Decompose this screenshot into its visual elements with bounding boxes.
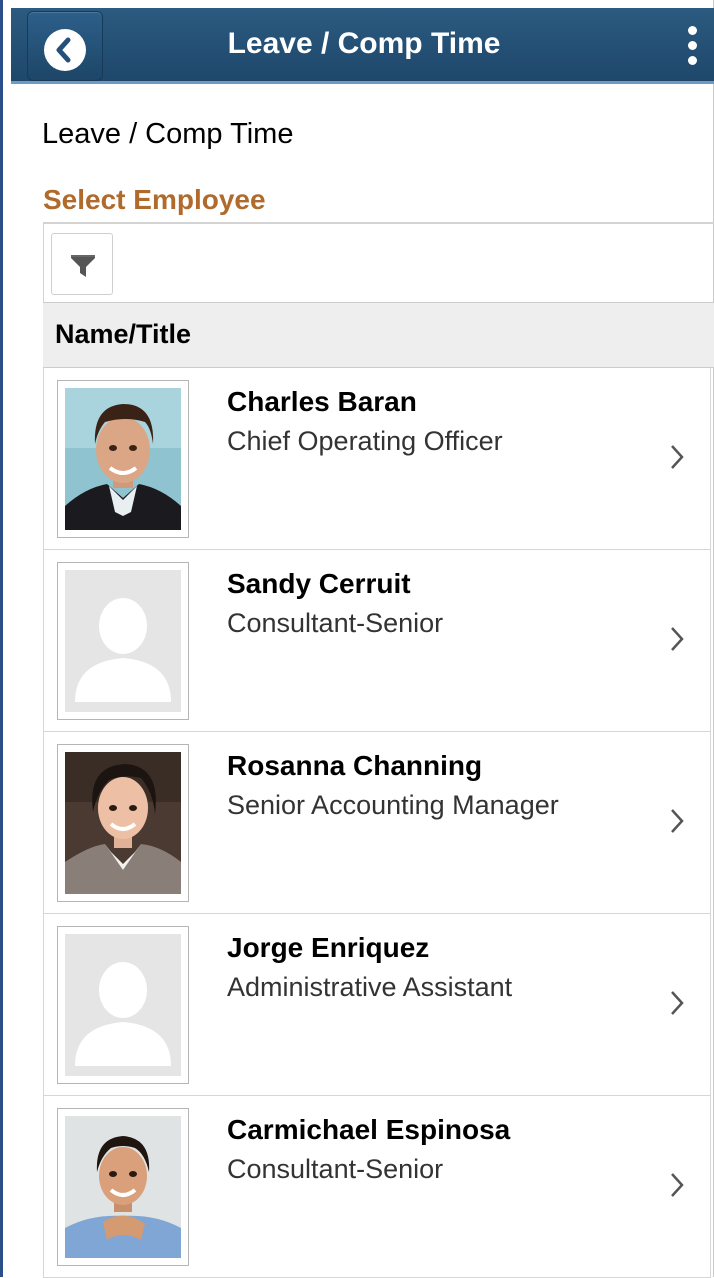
employee-row[interactable]: Jorge Enriquez Administrative Assistant bbox=[44, 914, 710, 1096]
employee-photo-frame bbox=[57, 380, 189, 538]
header-bar: Leave / Comp Time bbox=[11, 8, 714, 84]
employee-title: Consultant-Senior bbox=[227, 1154, 444, 1184]
employee-title: Senior Accounting Manager bbox=[227, 790, 559, 820]
chevron-right-icon bbox=[671, 991, 684, 1015]
employee-photo-frame bbox=[57, 744, 189, 902]
chevron-right-icon bbox=[671, 627, 684, 651]
employee-photo-frame bbox=[57, 926, 189, 1084]
employee-title: Administrative Assistant bbox=[227, 972, 513, 1002]
select-employee-label: Select Employee bbox=[43, 184, 266, 215]
chevron-right-icon bbox=[671, 1173, 684, 1197]
person-placeholder-icon bbox=[65, 934, 181, 1076]
employee-photo-frame bbox=[57, 562, 189, 720]
header-title: Leave / Comp Time bbox=[227, 27, 501, 60]
employee-row[interactable]: Carmichael Espinosa Consultant-Senior bbox=[44, 1096, 710, 1278]
vertical-ellipsis-icon bbox=[687, 26, 697, 35]
employee-name: Sandy Cerruit bbox=[227, 568, 411, 599]
employee-name: Jorge Enriquez bbox=[227, 932, 430, 963]
employee-photo bbox=[65, 388, 181, 530]
employee-title: Consultant-Senior bbox=[227, 608, 444, 638]
employee-name: Rosanna Channing bbox=[227, 750, 483, 781]
chevron-right-icon bbox=[671, 445, 684, 469]
grid-toolbar bbox=[43, 222, 714, 302]
employee-name: Carmichael Espinosa bbox=[227, 1114, 511, 1145]
column-header: Name/Title bbox=[43, 302, 714, 368]
app-frame: Leave / Comp Time Leave / Comp Time Sele… bbox=[0, 0, 714, 1278]
ellipsis-dot bbox=[687, 41, 697, 50]
page-title: Leave / Comp Time bbox=[42, 118, 294, 150]
employee-photo-frame bbox=[57, 1108, 189, 1266]
employee-list: Charles Baran Chief Operating Officer Sa… bbox=[43, 368, 711, 1278]
filter-button[interactable] bbox=[51, 233, 113, 295]
filter-icon bbox=[71, 255, 95, 277]
employee-row[interactable]: Rosanna Channing Senior Accounting Manag… bbox=[44, 732, 710, 914]
employee-row[interactable]: Charles Baran Chief Operating Officer bbox=[44, 368, 710, 550]
person-placeholder-icon bbox=[65, 570, 181, 712]
chevron-right-icon bbox=[671, 809, 684, 833]
column-header-name-title: Name/Title bbox=[55, 319, 192, 349]
employee-photo bbox=[65, 752, 181, 894]
employee-name: Charles Baran bbox=[227, 386, 417, 417]
employee-title: Chief Operating Officer bbox=[227, 426, 503, 456]
employee-photo bbox=[65, 1116, 181, 1258]
actions-menu-button[interactable] bbox=[677, 22, 707, 70]
ellipsis-dot bbox=[687, 56, 697, 65]
employee-row[interactable]: Sandy Cerruit Consultant-Senior bbox=[44, 550, 710, 732]
